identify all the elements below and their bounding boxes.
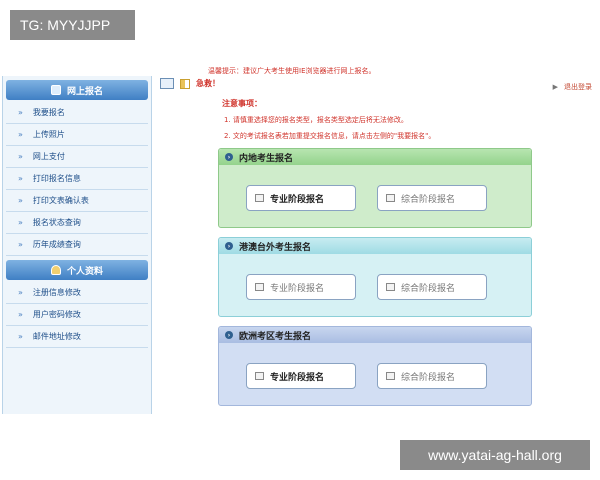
panel-header: › 欧洲考区考生报名: [219, 327, 531, 343]
panel-europe: › 欧洲考区考生报名 专业阶段报名 综合阶段报名: [218, 326, 532, 406]
folder-icon: [386, 283, 395, 291]
play-icon: ▶: [552, 83, 558, 91]
app-window: 网上报名 » 我要报名 » 上传照片 » 网上支付 » 打印报名信息 » 打印文表确认表 …: [0, 62, 600, 414]
panel-mainland: › 内地考生报名 专业阶段报名 综合阶段报名: [218, 148, 532, 228]
info-icon: ›: [225, 153, 233, 161]
sidebar: 网上报名 » 我要报名 » 上传照片 » 网上支付 » 打印报名信息 » 打印文表确认表 …: [2, 76, 152, 414]
professional-stage-button[interactable]: 专业阶段报名: [246, 185, 356, 211]
comprehensive-stage-button[interactable]: 综合阶段报名: [377, 274, 487, 300]
sidebar-item-label: 邮件地址修改: [32, 332, 81, 341]
chevron-right-icon: »: [18, 152, 23, 161]
sidebar-item-label: 上传照片: [32, 130, 65, 139]
bookmark-icon: [180, 78, 190, 89]
chevron-right-icon: »: [18, 108, 23, 117]
sidebar-list-registration: » 我要报名 » 上传照片 » 网上支付 » 打印报名信息 » 打印文表确认表 » 报名状态…: [6, 102, 148, 256]
chevron-right-icon: »: [18, 218, 23, 227]
monitor-icon: [50, 85, 61, 95]
watermark-bottom-right: www.yatai-ag-hall.org: [400, 440, 590, 470]
folder-icon: [386, 372, 395, 380]
sidebar-item-register[interactable]: » 我要报名: [6, 102, 148, 124]
panel-header: › 港澳台外考生报名: [219, 238, 531, 254]
sidebar-item-label: 注册信息修改: [32, 288, 81, 297]
alert-text: 急救！: [196, 79, 220, 88]
professional-stage-button[interactable]: 专业阶段报名: [246, 274, 356, 300]
panel-title: 欧洲考区考生报名: [239, 331, 312, 342]
logout-label: 退出登录: [564, 83, 592, 91]
chevron-right-icon: »: [18, 240, 23, 249]
logout-link[interactable]: ▶ 退出登录: [553, 82, 592, 92]
chevron-right-icon: »: [18, 174, 23, 183]
chevron-right-icon: »: [18, 196, 23, 205]
panel-title: 港澳台外考生报名: [239, 242, 312, 253]
chevron-right-icon: »: [18, 332, 23, 341]
sidebar-section-title: 个人资料: [66, 266, 103, 277]
chevron-right-icon: »: [18, 130, 23, 139]
sidebar-section-online-registration: 网上报名: [6, 80, 148, 100]
sidebar-item-edit-registration-info[interactable]: » 注册信息修改: [6, 282, 148, 304]
sidebar-item-print-registration[interactable]: » 打印报名信息: [6, 168, 148, 190]
notes-title: 注意事项：: [222, 99, 262, 108]
folder-icon: [255, 283, 264, 291]
sidebar-item-label: 历年成绩查询: [32, 240, 81, 249]
panel-header: › 内地考生报名: [219, 149, 531, 165]
browser-notice: 温馨提示：建议广大考生使用IE浏览器进行网上报名。: [208, 67, 376, 75]
button-label: 专业阶段报名: [270, 372, 325, 383]
document-icon: [160, 78, 174, 89]
info-icon: ›: [225, 242, 233, 250]
sidebar-item-label: 打印文表确认表: [32, 196, 89, 205]
sidebar-item-status-query[interactable]: » 报名状态查询: [6, 212, 148, 234]
top-bar: 温馨提示：建议广大考生使用IE浏览器进行网上报名。 急救！ ▶ 退出登录: [158, 62, 600, 94]
sidebar-item-print-confirmation[interactable]: » 打印文表确认表: [6, 190, 148, 212]
sidebar-item-label: 打印报名信息: [32, 174, 81, 183]
user-icon: [50, 265, 61, 275]
sidebar-item-label: 报名状态查询: [32, 218, 81, 227]
sidebar-list-personal: » 注册信息修改 » 用户密码修改 » 邮件地址修改: [6, 282, 148, 348]
comprehensive-stage-button[interactable]: 综合阶段报名: [377, 185, 487, 211]
professional-stage-button[interactable]: 专业阶段报名: [246, 363, 356, 389]
sidebar-item-online-payment[interactable]: » 网上支付: [6, 146, 148, 168]
panel-title: 内地考生报名: [239, 153, 294, 164]
notes-section: 注意事项： 1. 请慎重选择您的报名类型，报名类型选定后将无法修改。 2. 文的…: [222, 98, 542, 141]
sidebar-item-label: 用户密码修改: [32, 310, 81, 319]
info-icon: ›: [225, 331, 233, 339]
watermark-top-left: TG: MYYJJPP: [10, 10, 135, 40]
button-label: 专业阶段报名: [270, 283, 325, 294]
button-label: 综合阶段报名: [401, 283, 456, 294]
sidebar-item-label: 网上支付: [32, 152, 65, 161]
folder-icon: [386, 194, 395, 202]
sidebar-item-change-email[interactable]: » 邮件地址修改: [6, 326, 148, 348]
button-label: 综合阶段报名: [401, 372, 456, 383]
sidebar-item-upload-photo[interactable]: » 上传照片: [6, 124, 148, 146]
comprehensive-stage-button[interactable]: 综合阶段报名: [377, 363, 487, 389]
sidebar-item-score-query[interactable]: » 历年成绩查询: [6, 234, 148, 256]
note-item: 1. 请慎重选择您的报名类型，报名类型选定后将无法修改。: [224, 116, 408, 124]
folder-icon: [255, 194, 264, 202]
note-item: 2. 文的考试报名表若加重提交报名信息，请点击左侧的"我要报名"。: [224, 132, 436, 140]
chevron-right-icon: »: [18, 310, 23, 319]
sidebar-item-label: 我要报名: [32, 108, 65, 117]
button-label: 专业阶段报名: [270, 194, 325, 205]
folder-icon: [255, 372, 264, 380]
button-label: 综合阶段报名: [401, 194, 456, 205]
chevron-right-icon: »: [18, 288, 23, 297]
sidebar-section-title: 网上报名: [66, 86, 103, 97]
panel-hk-macau-taiwan-overseas: › 港澳台外考生报名 专业阶段报名 综合阶段报名: [218, 237, 532, 317]
alert-row: 急救！: [160, 78, 220, 89]
sidebar-section-personal-info: 个人资料: [6, 260, 148, 280]
sidebar-item-change-password[interactable]: » 用户密码修改: [6, 304, 148, 326]
